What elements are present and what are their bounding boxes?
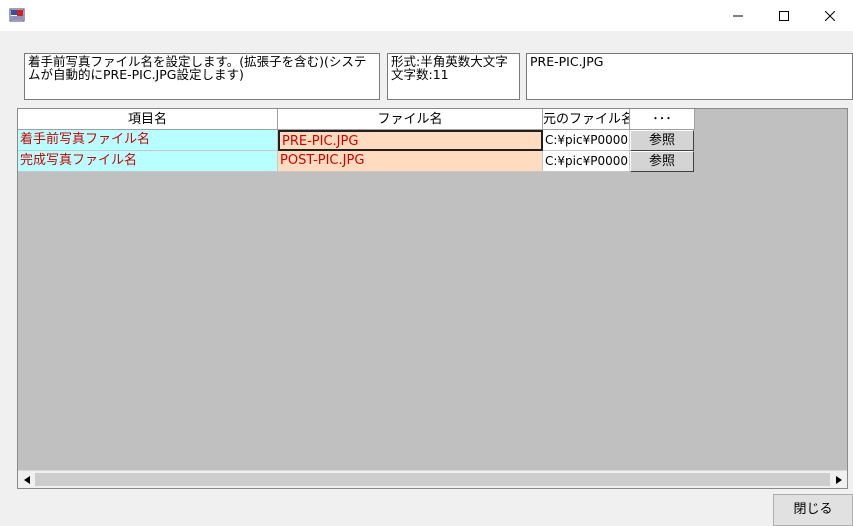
- scrollbar-thumb[interactable]: [35, 473, 830, 486]
- header-original-file: 元のファイル名: [543, 109, 630, 130]
- scroll-right-icon: [835, 475, 842, 484]
- minimize-button[interactable]: [715, 0, 761, 31]
- header-file-name: ファイル名: [278, 109, 543, 130]
- scroll-left-icon: [23, 475, 30, 484]
- title-bar: [0, 0, 853, 31]
- close-window-button[interactable]: [807, 0, 853, 31]
- close-button[interactable]: 閉じる: [773, 494, 853, 526]
- file-grid: 項目名 ファイル名 元のファイル名 ･･･ 着手前写真ファイル名 PRE-PIC…: [17, 108, 848, 489]
- row1-file-name[interactable]: PRE-PIC.JPG: [278, 130, 543, 151]
- header-item-name: 項目名: [18, 109, 278, 130]
- header-more: ･･･: [630, 109, 695, 130]
- maximize-button[interactable]: [761, 0, 807, 31]
- row1-original-file[interactable]: C:¥pic¥P0000: [543, 130, 630, 151]
- row1-item-name[interactable]: 着手前写真ファイル名: [18, 130, 278, 151]
- maximize-icon: [779, 10, 789, 21]
- row2-browse-button[interactable]: 参照: [630, 151, 694, 172]
- format-box: 形式:半角英数大文字 文字数:11: [387, 53, 520, 100]
- description-box: 着手前写真ファイル名を設定します。(拡張子を含む)(システムが自動的にPRE-P…: [24, 53, 380, 100]
- row1-browse-button[interactable]: 参照: [630, 130, 694, 151]
- value-box: PRE-PIC.JPG: [526, 53, 853, 100]
- row2-original-file[interactable]: C:¥pic¥P0000: [543, 151, 630, 172]
- scroll-right-button[interactable]: [830, 471, 847, 488]
- scroll-left-button[interactable]: [18, 471, 35, 488]
- row2-file-name[interactable]: POST-PIC.JPG: [278, 151, 543, 172]
- horizontal-scrollbar[interactable]: [18, 470, 847, 488]
- app-icon: [9, 8, 25, 22]
- close-icon: [825, 10, 835, 21]
- row2-item-name[interactable]: 完成写真ファイル名: [18, 151, 278, 172]
- minimize-icon: [733, 15, 743, 16]
